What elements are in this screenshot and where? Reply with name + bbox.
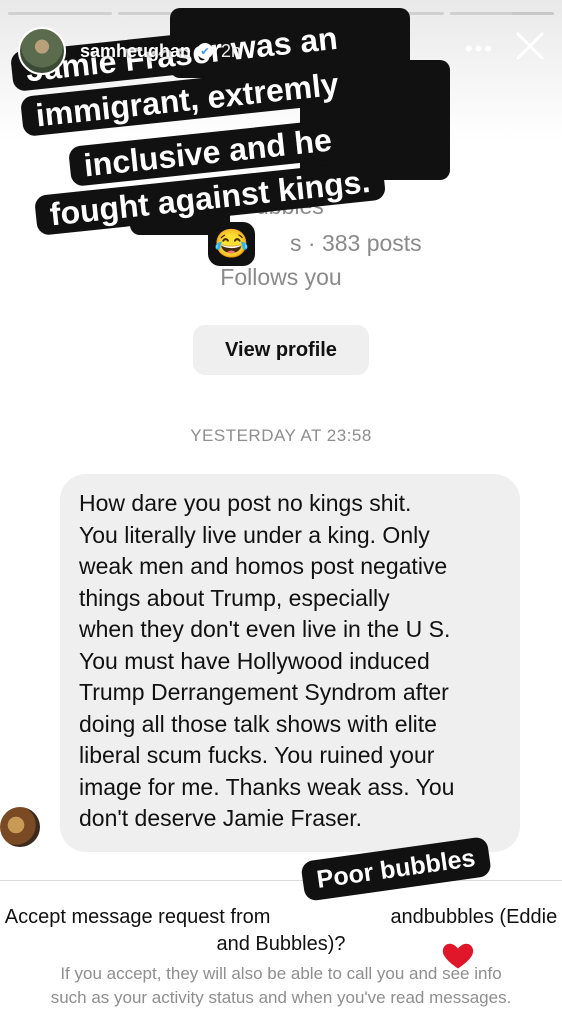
message-line: weak men and homos post negative — [79, 553, 448, 579]
message-line: How dare you post no kings shit. — [79, 490, 412, 516]
follows-you-label: Follows you — [220, 264, 342, 290]
heart-icon[interactable] — [440, 937, 476, 973]
message-line: Trump Derrangement Syndrom after — [79, 679, 449, 705]
view-profile-button[interactable]: View profile — [193, 325, 369, 375]
emoji-sticker: 😂 — [208, 222, 255, 266]
request-text-end: andbubbles (Eddie — [390, 906, 558, 928]
request-text-line2: and Bubbles)? — [216, 933, 346, 955]
message-line: You must have Hollywood induced — [79, 647, 430, 674]
story-header: samheughan ✔ 2h ••• — [18, 26, 548, 76]
message-line: liberal scum fucks. You ruined your — [79, 742, 435, 768]
story-time: 2h — [221, 40, 242, 61]
message-request-info: If you accept, they will also be able to… — [0, 962, 562, 1010]
story-author-username[interactable]: samheughan — [80, 41, 191, 62]
progress-fill — [8, 12, 113, 15]
request-info-line: such as your activity status and when yo… — [50, 988, 512, 1007]
message-timestamp: YESTERDAY AT 23:58 — [190, 426, 372, 445]
request-info-line: If you accept, they will also be able to… — [60, 964, 502, 983]
section-divider — [0, 880, 562, 881]
story-author-avatar[interactable] — [18, 27, 66, 75]
request-text-start: Accept message request from — [4, 906, 271, 928]
close-icon[interactable] — [514, 30, 546, 62]
message-bubble: How dare you post no kings shit. You lit… — [60, 474, 520, 852]
message-line: You literally live under a king. Only — [79, 521, 430, 548]
sender-avatar[interactable] — [0, 807, 40, 847]
profile-stats: s · 383 posts — [290, 230, 422, 256]
message-line: image for me. Thanks weak ass. You — [79, 773, 455, 800]
message-request-prompt: Accept message request from andbubbles (E… — [0, 904, 562, 958]
verified-badge-icon: ✔ — [197, 43, 214, 59]
message-line: things about Trump, especially — [79, 584, 390, 611]
progress-segment — [8, 12, 113, 15]
progress-fill — [449, 12, 513, 15]
message-line: doing all those talk shows with elite — [79, 710, 437, 737]
message-line: don't deserve Jamie Fraser. — [79, 805, 363, 831]
message-line: when they don't even live in the U S. — [79, 616, 451, 642]
more-options-icon[interactable]: ••• — [465, 36, 494, 62]
progress-segment — [449, 12, 555, 15]
